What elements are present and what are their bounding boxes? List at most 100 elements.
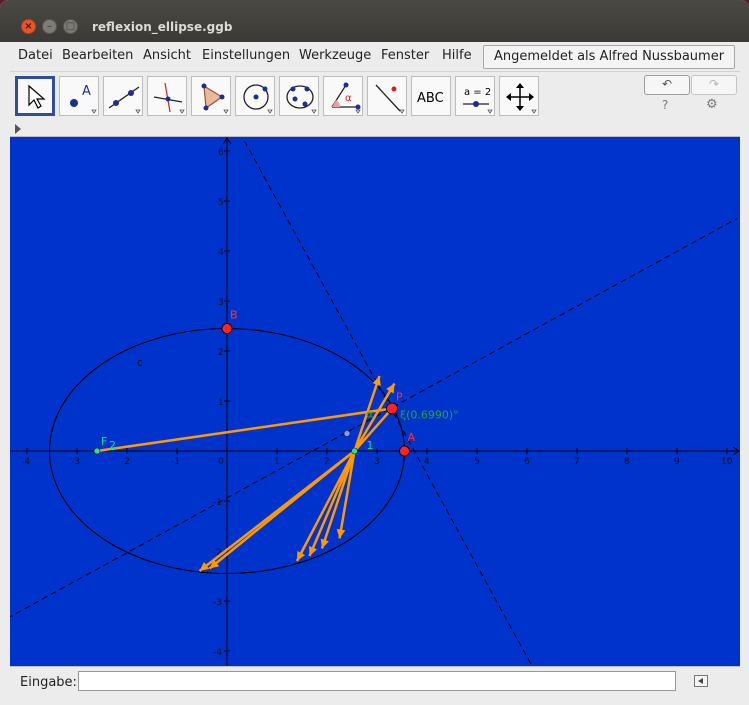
angle-tool-text: α: [345, 93, 352, 104]
text-icon: ABC: [417, 91, 444, 106]
y-tick-label: -3: [213, 598, 222, 608]
line-tool[interactable]: [103, 76, 143, 116]
expand-arrow-icon[interactable]: [15, 124, 21, 134]
circle-center-point-icon: [243, 84, 273, 114]
slider-icon: a = 2: [463, 87, 493, 114]
conic-tool[interactable]: [279, 76, 319, 116]
x-tick-label: 2: [324, 457, 330, 467]
conic-five-points-icon: [286, 85, 317, 114]
light-ray: [96, 407, 393, 453]
menu-datei[interactable]: Datei: [18, 48, 53, 63]
y-tick-label: -4: [213, 648, 222, 658]
point-P: [386, 402, 398, 415]
point-helper: [343, 430, 351, 437]
label-F-subscript: 2: [109, 439, 116, 452]
graphics-view[interactable]: -4-3-2-1012345678910654321-1-2-3-4 B c P…: [6, 137, 740, 667]
input-label: Eingabe:: [20, 675, 77, 690]
maximize-icon: □: [65, 21, 76, 32]
move-tool[interactable]: [15, 76, 55, 116]
x-tick-label: -2: [121, 457, 130, 467]
minimize-window-button[interactable]: –: [42, 19, 57, 34]
move-view-tool[interactable]: [499, 76, 539, 116]
y-tick-label: 2: [218, 348, 224, 358]
slider-tool-text: a = 2: [464, 87, 491, 98]
perpendicular-tool[interactable]: [147, 76, 187, 116]
x-tick-label: 6: [524, 457, 530, 467]
menu-hilfe[interactable]: Hilfe: [442, 48, 472, 63]
ray-arrowhead: [336, 528, 346, 539]
label-A: A: [408, 431, 416, 444]
label-F: F: [101, 435, 107, 448]
label-1: 1: [367, 439, 374, 452]
angle-icon: α: [331, 82, 361, 114]
x-tick-label: 1: [274, 457, 280, 467]
graphics-canvas[interactable]: -4-3-2-1012345678910654321-1-2-3-4 B c P…: [6, 137, 740, 667]
dashed-line-tangent: [244, 140, 533, 667]
y-tick-label: 4: [218, 248, 224, 258]
reflect-tool[interactable]: [367, 76, 407, 116]
menu-einstellungen[interactable]: Einstellungen: [202, 48, 290, 63]
x-tick-label: 5: [474, 457, 480, 467]
minimize-icon: –: [47, 21, 52, 32]
x-tick-label: 4: [424, 457, 430, 467]
point-focus-F2: [93, 447, 101, 455]
x-tick-label: 10: [721, 457, 733, 467]
input-help-toggle-icon[interactable]: [694, 675, 708, 687]
label-angle: α: [366, 408, 373, 421]
close-icon: ×: [24, 21, 33, 32]
x-tick-label: 9: [674, 457, 680, 467]
toolbar-collapse-bar: [10, 122, 740, 137]
x-tick-label: -3: [71, 457, 80, 467]
angle-tool[interactable]: α: [323, 76, 363, 116]
input-bar: Eingabe:: [10, 666, 740, 697]
text-tool[interactable]: ABC: [411, 76, 451, 116]
x-tick-label: -4: [21, 457, 30, 467]
light-ray: [208, 450, 356, 570]
x-tick-label: 8: [624, 457, 630, 467]
app-window: × – □ reflexion_ellipse.ggb Datei Bearbe…: [0, 0, 749, 705]
help-button[interactable]: ?: [662, 98, 668, 112]
label-B: B: [230, 309, 238, 322]
reflect-about-line-icon: [375, 84, 405, 114]
x-tick-label: 0: [218, 457, 224, 467]
x-tick-label: 7: [574, 457, 580, 467]
cursor-arrow-icon: [28, 84, 46, 109]
polygon-icon: [201, 83, 229, 114]
toolbar: A α ABC a = 2: [10, 71, 740, 123]
x-tick-label: 3: [374, 457, 380, 467]
y-tick-label: 6: [218, 148, 224, 158]
window-title: reflexion_ellipse.ggb: [92, 20, 233, 34]
point-tool[interactable]: A: [59, 76, 99, 116]
ray-arrowhead: [320, 538, 329, 549]
y-tick-label: 5: [218, 198, 224, 208]
point-A: [399, 445, 410, 457]
point-focus-1: [351, 447, 358, 455]
polygon-tool[interactable]: [191, 76, 231, 116]
label-P: P: [396, 391, 403, 404]
menu-fenster[interactable]: Fenster: [381, 48, 429, 63]
line-through-points-icon: [108, 86, 141, 114]
maximize-window-button[interactable]: □: [63, 19, 78, 34]
slider-tool[interactable]: a = 2: [455, 76, 495, 116]
y-tick-label: 1: [218, 398, 224, 408]
text-tool-text: ABC: [417, 91, 444, 106]
input-field[interactable]: [78, 671, 676, 691]
title-bar: × – □ reflexion_ellipse.ggb: [0, 0, 749, 42]
gear-icon[interactable]: ⚙: [706, 97, 718, 112]
x-tick-label: -1: [171, 457, 180, 467]
menu-werkzeuge[interactable]: Werkzeuge: [299, 48, 371, 63]
login-status-button[interactable]: Angemeldet als Alfred Nussbaumer: [483, 45, 735, 69]
label-angle-value: ξ(0.6990)°: [400, 409, 459, 422]
ray-arrowhead: [372, 376, 381, 386]
close-window-button[interactable]: ×: [21, 19, 36, 34]
menu-bearbeiten[interactable]: Bearbeiten: [62, 48, 133, 63]
redo-icon: ↷: [708, 77, 720, 91]
y-tick-label: 3: [218, 298, 224, 308]
menu-ansicht[interactable]: Ansicht: [143, 48, 191, 63]
redo-button[interactable]: ↷: [691, 75, 737, 95]
perpendicular-line-icon: [153, 82, 185, 114]
point-tool-text: A: [82, 84, 91, 99]
point-B: [221, 323, 233, 334]
undo-button[interactable]: ↶: [644, 75, 690, 95]
circle-tool[interactable]: [235, 76, 275, 116]
